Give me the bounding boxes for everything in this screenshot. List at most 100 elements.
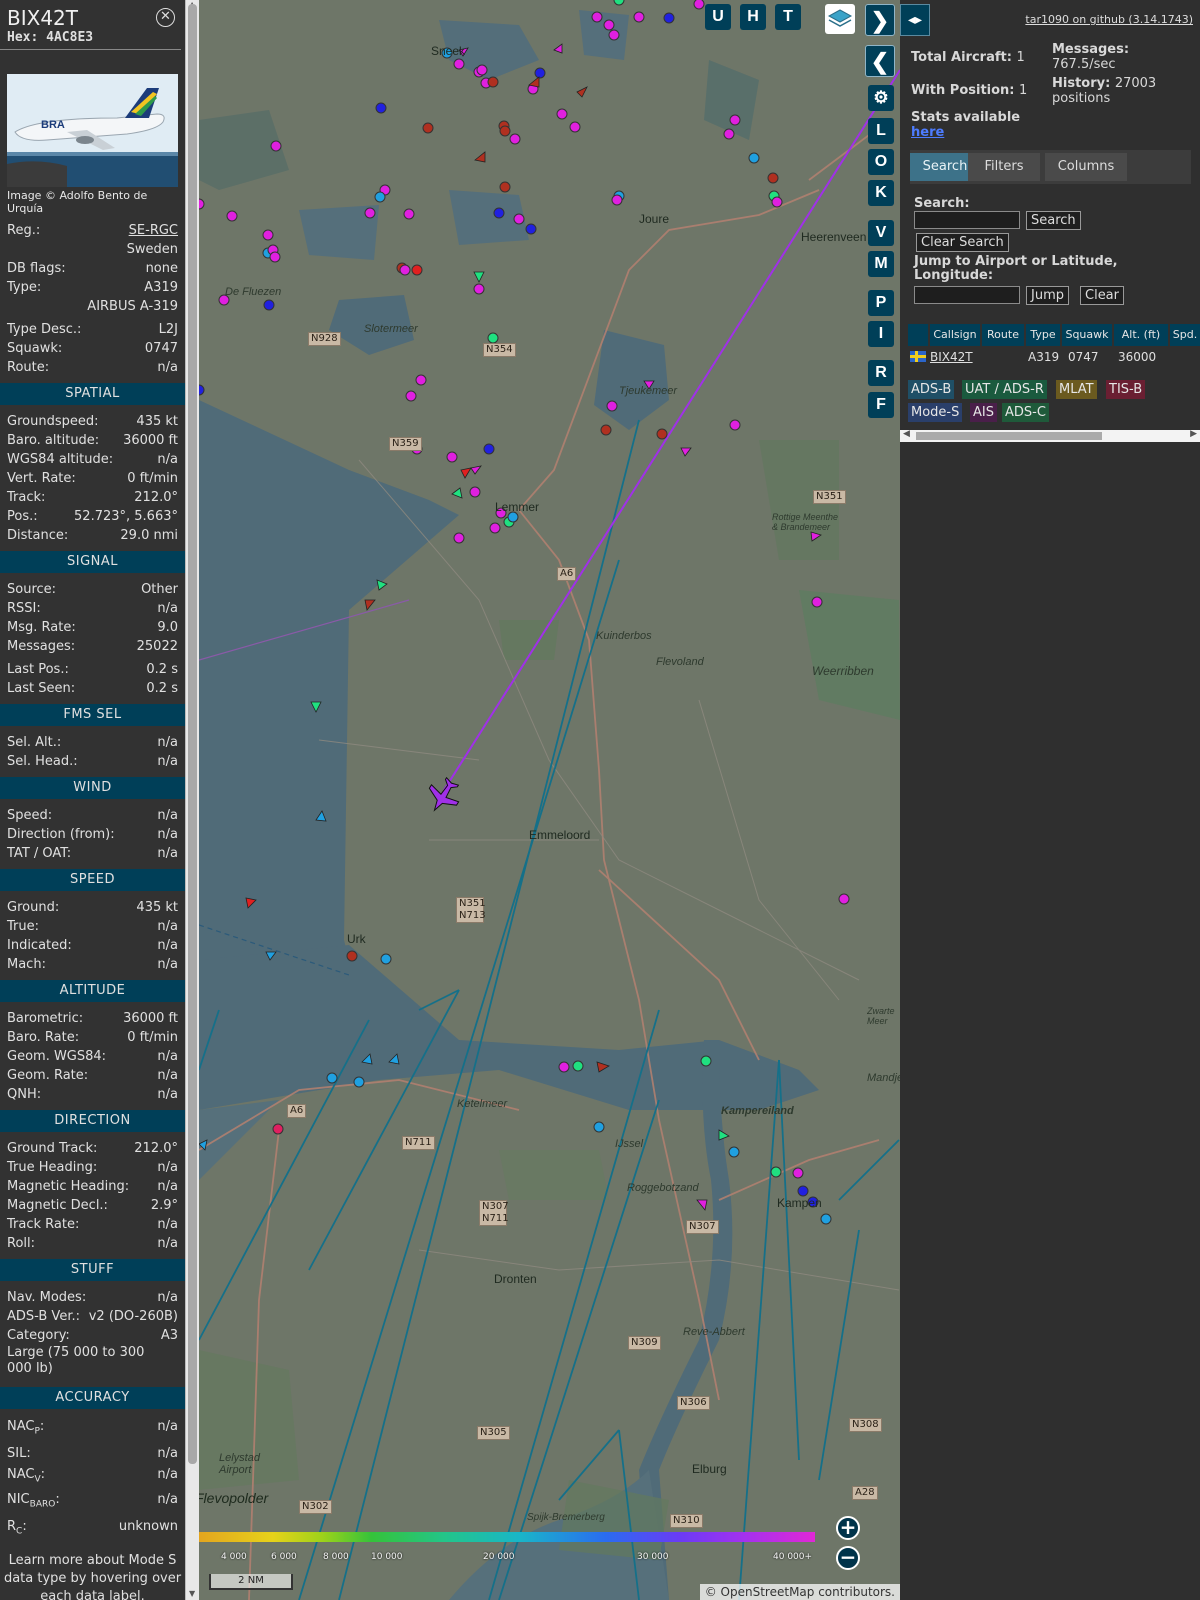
- spatial-label: Pos.:: [7, 509, 38, 524]
- table-header-altitude[interactable]: Alt. (ft): [1114, 324, 1168, 346]
- spatial-row: Vert. Rate: 0 ft/min: [0, 469, 185, 488]
- signal-row: Last Seen: 0.2 s: [0, 679, 185, 698]
- altitude-rows: Barometric: 36000 ft Baro. Rate: 0 ft/min Ge…: [0, 1009, 185, 1104]
- sweden-flag-icon: [910, 351, 926, 362]
- nicbaro-value: n/a: [157, 1492, 178, 1508]
- town-label: Kampereiland: [721, 1105, 794, 1117]
- speed-label: Indicated:: [7, 938, 72, 953]
- road-label: A6: [287, 1104, 307, 1118]
- stats-link[interactable]: here: [911, 125, 944, 140]
- hex-code: Hex: 4AC8E3: [7, 30, 174, 45]
- nacp-label: NACP:: [7, 1419, 45, 1437]
- map-button-k[interactable]: K: [868, 180, 894, 206]
- map-canvas[interactable]: [199, 0, 900, 1600]
- altitude-color-legend: [199, 1532, 815, 1542]
- scrollbar-thumb[interactable]: [916, 432, 1102, 440]
- aircraft-photo[interactable]: BRA: [7, 74, 178, 187]
- town-label: IJssel: [615, 1138, 644, 1150]
- table-header-callsign[interactable]: Callsign: [930, 324, 980, 346]
- map-button-o[interactable]: O: [868, 149, 894, 175]
- search-input[interactable]: [914, 211, 1020, 229]
- town-label: Heerenveen: [801, 230, 867, 244]
- town-label: Ketelmeer: [457, 1098, 508, 1110]
- layers-button[interactable]: [825, 4, 855, 34]
- source-tisb[interactable]: TIS-B: [1106, 380, 1146, 399]
- table-row-squawk: 0747: [1068, 350, 1099, 364]
- tab-filters[interactable]: Filters: [968, 153, 1040, 181]
- toggle-sidebar-button[interactable]: ◂▸: [900, 4, 930, 36]
- speed-value: n/a: [157, 957, 178, 972]
- fms-label: Sel. Alt.:: [7, 735, 62, 750]
- spatial-label: WGS84 altitude:: [7, 452, 114, 467]
- wind-label: Direction (from):: [7, 827, 115, 842]
- github-link[interactable]: tar1090 on github (3.14.1743): [1025, 13, 1193, 26]
- reg-label: Reg.:: [7, 223, 41, 238]
- table-header-type[interactable]: Type: [1026, 324, 1060, 346]
- table-header-route[interactable]: Route: [982, 324, 1024, 346]
- table-header-squawk[interactable]: Squawk: [1062, 324, 1112, 346]
- table-horizontal-scrollbar[interactable]: ◀ ▶: [900, 429, 1200, 442]
- scrollbar-thumb[interactable]: [188, 4, 197, 1464]
- map-attribution[interactable]: © OpenStreetMap contributors.: [699, 1584, 900, 1600]
- spatial-value: 52.723°, 5.663°: [74, 509, 178, 524]
- altitude-row: Barometric: 36000 ft: [0, 1009, 185, 1028]
- clear-button[interactable]: Clear: [1080, 286, 1124, 305]
- signal-label: Source:: [7, 582, 57, 597]
- search-button[interactable]: Search: [1026, 211, 1081, 230]
- map-button-i[interactable]: I: [868, 321, 894, 347]
- speed-row: Mach: n/a: [0, 955, 185, 974]
- map-button-m[interactable]: M: [868, 251, 894, 277]
- close-icon[interactable]: ✕: [156, 8, 175, 27]
- source-adsb[interactable]: ADS-B: [908, 380, 955, 399]
- road-label: N711: [402, 1136, 435, 1150]
- squawk-row: Squawk: 0747: [0, 339, 185, 358]
- legend-label: 40 000+: [773, 1552, 813, 1562]
- dbflags-value: none: [145, 261, 178, 276]
- jump-button[interactable]: Jump: [1026, 286, 1069, 305]
- forward-button[interactable]: ❯: [865, 4, 895, 36]
- spatial-value: 435 kt: [136, 414, 178, 429]
- settings-button[interactable]: ⚙: [868, 85, 894, 111]
- source-modes[interactable]: Mode-S: [908, 403, 963, 422]
- reg-link[interactable]: SE-RGC: [129, 221, 178, 240]
- map-button-h[interactable]: H: [740, 4, 766, 30]
- map-button-p[interactable]: P: [868, 290, 894, 316]
- map-view[interactable]: Sneek Joure Heerenveen Lemmer Emmeloord …: [199, 0, 900, 1600]
- altitude-row: Geom. WGS84: n/a: [0, 1047, 185, 1066]
- map-button-u[interactable]: U: [705, 4, 731, 30]
- table-row-callsign[interactable]: BIX42T: [930, 348, 973, 366]
- signal-row: Last Pos.: 0.2 s: [0, 660, 185, 679]
- map-button-t[interactable]: T: [775, 4, 801, 30]
- source-adsc[interactable]: ADS-C: [1002, 403, 1049, 422]
- stuff-label: ADS-B Ver.:: [7, 1309, 80, 1324]
- table-row-altitude: 36000: [1118, 350, 1157, 364]
- table-header-speed[interactable]: Spd.: [1170, 324, 1200, 346]
- scroll-down-icon[interactable]: ▼: [189, 1589, 195, 1598]
- nacv-row: NACV: n/a: [0, 1465, 185, 1490]
- source-mlat[interactable]: MLAT: [1056, 380, 1097, 399]
- tab-columns[interactable]: Columns: [1045, 153, 1127, 181]
- map-button-l[interactable]: L: [868, 118, 894, 144]
- layers-icon: [827, 9, 853, 27]
- scroll-left-icon[interactable]: ◀: [903, 429, 910, 439]
- airport-label: Lelystad Airport: [219, 1452, 260, 1476]
- source-ais[interactable]: AIS: [970, 403, 997, 422]
- map-button-v[interactable]: V: [868, 220, 894, 246]
- clear-search-button[interactable]: Clear Search: [916, 233, 1009, 252]
- map-button-f[interactable]: F: [868, 392, 894, 418]
- scroll-right-icon[interactable]: ▶: [1190, 429, 1197, 439]
- map-button-r[interactable]: R: [868, 360, 894, 386]
- spatial-label: Groundspeed:: [7, 414, 99, 429]
- road-label: N307: [686, 1220, 719, 1234]
- zoom-in-button[interactable]: +: [836, 1516, 860, 1540]
- jump-input[interactable]: [914, 286, 1020, 304]
- zoom-out-button[interactable]: −: [836, 1546, 860, 1570]
- town-label: Slotermeer: [364, 323, 418, 335]
- back-button[interactable]: ❮: [865, 45, 895, 77]
- category-desc: Large (75 000 to 300 000 lb): [0, 1345, 185, 1377]
- info-panel-scrollbar[interactable]: ▲ ▼: [185, 0, 199, 1600]
- stuff-rows: Nav. Modes: n/a ADS-B Ver.: v2 (DO-260B) Cat…: [0, 1288, 185, 1345]
- town-label: Elburg: [692, 1462, 727, 1476]
- source-uat[interactable]: UAT / ADS-R: [962, 380, 1047, 399]
- fms-rows: Sel. Alt.: n/a Sel. Head.: n/a: [0, 733, 185, 771]
